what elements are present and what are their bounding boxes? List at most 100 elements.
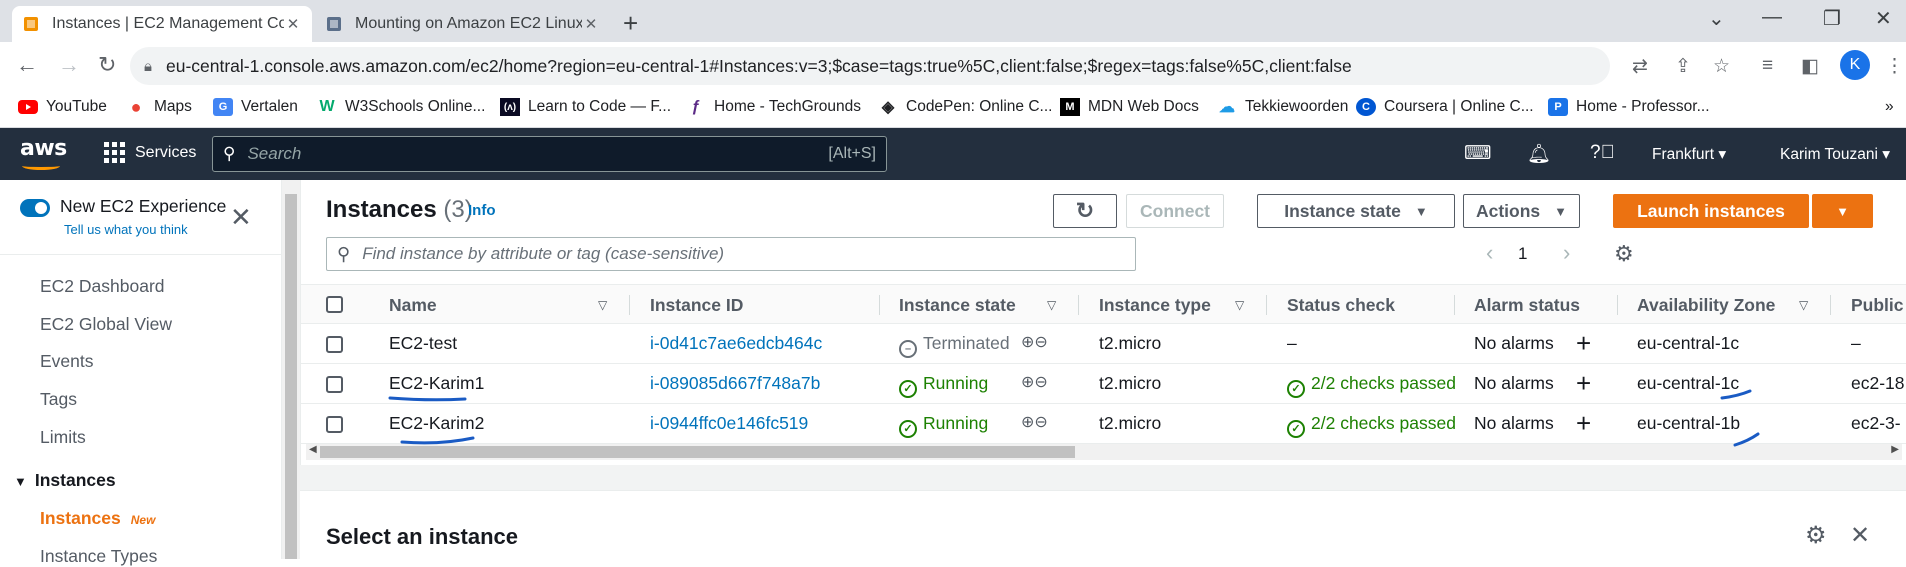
more-bookmarks-icon[interactable]: » [1885, 98, 1894, 116]
address-bar[interactable]: 🔒︎ eu-central-1.console.aws.amazon.com/e… [130, 47, 1610, 85]
launch-instances-dropdown[interactable]: ▼ [1812, 194, 1873, 228]
sort-caret-icon[interactable]: ▽ [1235, 298, 1244, 312]
column-public[interactable]: Public [1851, 295, 1904, 316]
refresh-button[interactable]: ↻ [1053, 194, 1117, 228]
column-instance-state[interactable]: Instance state [899, 295, 1016, 316]
row-checkbox[interactable] [326, 336, 343, 353]
share-icon[interactable]: ⇪ [1675, 55, 1691, 78]
aws-search-input[interactable]: ⚲ Search [Alt+S] [212, 136, 887, 172]
cell-instance-id[interactable]: i-089085d667f748a7b [650, 373, 820, 394]
services-menu[interactable]: Services [104, 142, 196, 163]
profile-avatar[interactable]: K [1840, 50, 1870, 80]
aws-logo[interactable]: aws [20, 136, 67, 161]
browser-menu-icon[interactable]: ⋮ [1885, 55, 1904, 78]
scroll-left-icon[interactable]: ◀ [309, 444, 317, 455]
column-status-check[interactable]: Status check [1287, 295, 1395, 316]
bookmark-youtube[interactable]: YouTube [18, 98, 107, 116]
new-tab-button[interactable]: + [623, 8, 638, 39]
table-row[interactable]: EC2-Karim1 i-089085d667f748a7b ✓ Running … [301, 364, 1906, 404]
sidebar-item-ec2-dashboard[interactable]: EC2 Dashboard [40, 276, 165, 297]
column-instance-type[interactable]: Instance type [1099, 295, 1211, 316]
close-tab-icon[interactable]: ✕ [582, 15, 600, 33]
translate-page-icon[interactable]: ⇄ [1632, 55, 1648, 78]
sort-caret-icon[interactable]: ▽ [1799, 298, 1808, 312]
add-alarm-icon[interactable]: + [1576, 368, 1591, 399]
add-alarm-icon[interactable]: + [1576, 408, 1591, 439]
select-all-checkbox[interactable] [326, 296, 343, 313]
cloudshell-icon[interactable]: ⌨ [1464, 142, 1491, 165]
add-alarm-icon[interactable]: + [1576, 328, 1591, 359]
details-settings-gear-icon[interactable]: ⚙ [1805, 521, 1827, 550]
cell-instance-id[interactable]: i-0d41c7ae6edcb464c [650, 333, 822, 354]
maximize-icon[interactable]: ❐ [1823, 6, 1841, 31]
bookmark-vertalen[interactable]: G Vertalen [213, 98, 298, 116]
forward-icon[interactable]: → [58, 52, 80, 78]
tab-search-chevron-icon[interactable]: ⌄ [1708, 6, 1725, 31]
next-page-icon[interactable]: › [1563, 240, 1570, 266]
info-link[interactable]: Info [468, 202, 496, 219]
back-icon[interactable]: ← [16, 52, 38, 78]
bookmark-maps[interactable]: ● Maps [126, 97, 192, 117]
sort-caret-icon[interactable]: ▽ [598, 298, 607, 312]
bookmark-w3schools[interactable]: W W3Schools Online... [317, 98, 485, 116]
connect-button[interactable]: Connect [1126, 194, 1224, 228]
bookmark-star-icon[interactable]: ☆ [1713, 55, 1730, 78]
zoom-in-out-icons[interactable]: ⊕⊖ [1021, 332, 1048, 352]
scrollbar-thumb[interactable] [285, 194, 297, 559]
bookmark-coursera[interactable]: C Coursera | Online C... [1356, 98, 1534, 116]
sidebar-item-ec2-global-view[interactable]: EC2 Global View [40, 314, 172, 335]
column-name[interactable]: Name [389, 295, 437, 316]
table-settings-gear-icon[interactable]: ⚙ [1614, 241, 1634, 267]
tab-mounting-ec2[interactable]: Mounting on Amazon EC2 Linux ✕ [315, 6, 610, 42]
sidebar-scrollbar[interactable] [282, 180, 300, 559]
row-checkbox[interactable] [326, 376, 343, 393]
column-alarm-status[interactable]: Alarm status [1474, 295, 1580, 316]
close-details-icon[interactable]: ✕ [1850, 521, 1870, 550]
launch-instances-button[interactable]: Launch instances [1613, 194, 1809, 228]
side-panel-icon[interactable]: ◧ [1801, 55, 1819, 78]
row-checkbox[interactable] [326, 416, 343, 433]
instance-state-button[interactable]: Instance state ▼ [1257, 194, 1455, 228]
zoom-in-out-icons[interactable]: ⊕⊖ [1021, 412, 1048, 432]
actions-button[interactable]: Actions ▼ [1463, 194, 1580, 228]
bookmark-codepen[interactable]: ◈ CodePen: Online C... [878, 98, 1053, 116]
table-row[interactable]: EC2-Karim2 i-0944ffc0e146fc519 ✓ Running … [301, 404, 1906, 444]
sidebar-item-instances[interactable]: Instances New [40, 508, 155, 529]
bookmark-freecodecamp[interactable]: (ʌ) Learn to Code — F... [500, 98, 671, 116]
region-menu[interactable]: Frankfurt ▾ [1652, 145, 1726, 164]
sidebar-item-events[interactable]: Events [40, 351, 94, 372]
bookmark-professor[interactable]: P Home - Professor... [1548, 98, 1710, 116]
bookmark-tekkiewoorden[interactable]: ☁︎ Tekkiewoorden [1217, 98, 1348, 116]
close-sidebar-icon[interactable]: ✕ [230, 204, 252, 230]
scrollbar-thumb[interactable] [320, 446, 1075, 458]
reload-icon[interactable]: ↻ [98, 52, 116, 78]
feedback-link[interactable]: Tell us what you think [64, 222, 188, 237]
help-icon[interactable]: ?⃝ [1590, 142, 1615, 164]
column-availability-zone[interactable]: Availability Zone [1637, 295, 1775, 316]
new-experience-toggle[interactable] [20, 199, 50, 217]
zoom-in-out-icons[interactable]: ⊕⊖ [1021, 372, 1048, 392]
bookmark-techgrounds[interactable]: ƒ Home - TechGrounds [686, 98, 861, 116]
notifications-bell-icon[interactable]: 🔔︎ [1527, 142, 1551, 166]
sort-caret-icon[interactable]: ▽ [1047, 298, 1056, 312]
sidebar-item-limits[interactable]: Limits [40, 427, 86, 448]
minimize-icon[interactable]: — [1762, 6, 1782, 29]
sidebar-section-instances[interactable]: ▼ Instances [14, 470, 116, 491]
column-instance-id[interactable]: Instance ID [650, 295, 743, 316]
find-instance-input[interactable]: ⚲ Find instance by attribute or tag (cas… [326, 237, 1136, 271]
table-row[interactable]: EC2-test i-0d41c7ae6edcb464c – Terminated… [301, 324, 1906, 364]
page-number[interactable]: 1 [1518, 244, 1527, 264]
account-menu[interactable]: Karim Touzani ▾ [1780, 145, 1890, 164]
close-tab-icon[interactable]: ✕ [284, 15, 302, 33]
table-horizontal-scrollbar[interactable]: ◀ ▶ [306, 444, 1902, 460]
close-window-icon[interactable]: ✕ [1875, 6, 1892, 31]
sidebar-item-instance-types[interactable]: Instance Types [40, 546, 157, 567]
sidebar-item-tags[interactable]: Tags [40, 389, 77, 410]
lock-icon[interactable]: 🔒︎ [144, 58, 152, 75]
cell-instance-id[interactable]: i-0944ffc0e146fc519 [650, 413, 808, 434]
tab-ec2-instances[interactable]: Instances | EC2 Management Con ✕ [12, 6, 312, 42]
prev-page-icon[interactable]: ‹ [1486, 240, 1493, 266]
media-queue-icon[interactable]: ≡ [1762, 55, 1773, 77]
scroll-right-icon[interactable]: ▶ [1891, 444, 1899, 455]
bookmark-mdn[interactable]: M MDN Web Docs [1060, 98, 1199, 116]
